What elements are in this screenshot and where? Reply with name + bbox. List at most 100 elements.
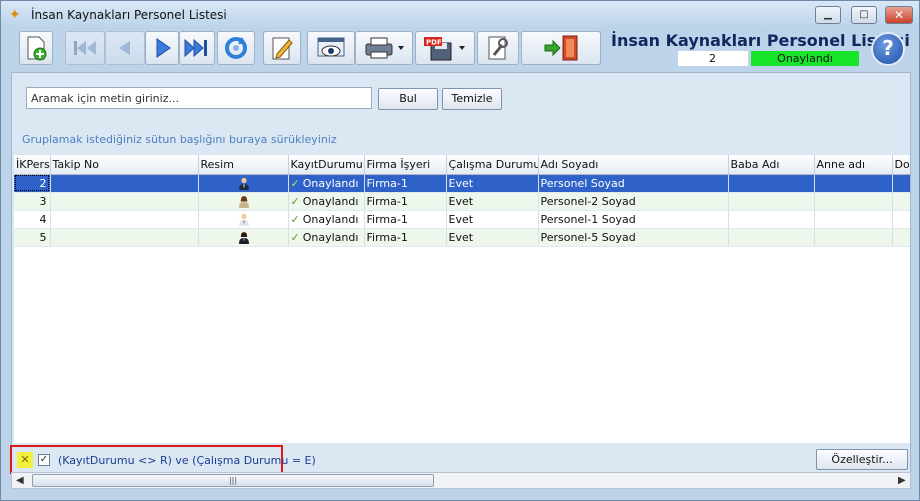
- column-header-resim[interactable]: Resim: [198, 155, 289, 175]
- first-record-button[interactable]: [65, 31, 105, 65]
- preview-button[interactable]: [307, 31, 355, 65]
- cell-kayit-durumu[interactable]: ✓ Onaylandı: [288, 192, 365, 211]
- maximize-button[interactable]: □: [851, 6, 877, 24]
- cell-kayit-durumu[interactable]: ✓ Onaylandı: [288, 174, 365, 193]
- next-record-button[interactable]: [145, 31, 179, 65]
- last-record-button[interactable]: [179, 31, 215, 65]
- table-row[interactable]: 3 ✓ Onaylandı Firma-1 Evet Personel-2 Soy…: [14, 192, 910, 211]
- close-button[interactable]: ✕: [885, 6, 913, 24]
- cell-anne-adi[interactable]: [814, 174, 893, 193]
- column-header-kayit-durumu[interactable]: KayıtDurumu▼: [288, 155, 365, 175]
- cell-adi-soyadi[interactable]: Personel-2 Soyad: [538, 192, 729, 211]
- check-icon: ✓: [290, 176, 300, 190]
- cell-dogum[interactable]: [892, 210, 910, 229]
- cell-anne-adi[interactable]: [814, 192, 893, 211]
- cell-id[interactable]: 5: [14, 228, 51, 247]
- cell-resim[interactable]: [198, 192, 289, 211]
- check-icon: ✓: [290, 194, 300, 208]
- title-bar[interactable]: ✦ İnsan Kaynakları Personel Listesi ▁ □ …: [1, 1, 919, 29]
- cell-firma[interactable]: Firma-1: [364, 228, 447, 247]
- refresh-button[interactable]: [217, 31, 255, 65]
- check-icon: ✓: [290, 230, 300, 244]
- filter-bar: ✕ ✓ (KayıtDurumu <> R) ve (Çalışma Durum…: [10, 445, 910, 474]
- export-pdf-button[interactable]: PDF: [415, 31, 475, 65]
- cell-anne-adi[interactable]: [814, 228, 893, 247]
- cell-calisma[interactable]: Evet: [446, 210, 539, 229]
- edit-icon: [272, 37, 293, 60]
- refresh-icon: [225, 37, 247, 59]
- butterfly-icon: ✦: [9, 7, 21, 23]
- cell-calisma[interactable]: Evet: [446, 228, 539, 247]
- settings-button[interactable]: [477, 31, 519, 65]
- cell-takip[interactable]: [50, 174, 199, 193]
- active-filter-panel: ✕ ✓ (KayıtDurumu <> R) ve (Çalışma Durum…: [10, 445, 316, 474]
- clear-search-button[interactable]: Temizle: [442, 88, 502, 110]
- cell-dogum[interactable]: [892, 192, 910, 211]
- new-button[interactable]: [19, 31, 53, 65]
- cell-adi-soyadi[interactable]: Personel Soyad: [538, 174, 729, 193]
- cell-dogum[interactable]: [892, 174, 910, 193]
- cell-baba-adi[interactable]: [728, 210, 815, 229]
- personnel-grid: İKPers Takip No Resim KayıtDurumu▼ Firma…: [14, 155, 910, 443]
- cell-takip[interactable]: [50, 210, 199, 229]
- column-header-firma[interactable]: Firma İşyeri: [364, 155, 447, 175]
- cell-kayit-durumu[interactable]: ✓ Onaylandı: [288, 228, 365, 247]
- customize-filter-button[interactable]: Özelleştir...: [816, 449, 908, 470]
- horizontal-scrollbar[interactable]: ◀ ||| ▶: [11, 472, 911, 489]
- previous-record-button[interactable]: [105, 31, 145, 65]
- cell-firma[interactable]: Firma-1: [364, 192, 447, 211]
- check-icon: ✓: [290, 212, 300, 226]
- column-header-takip-no[interactable]: Takip No: [50, 155, 199, 175]
- cell-resim[interactable]: [198, 174, 289, 193]
- cell-id[interactable]: 3: [14, 192, 51, 211]
- clear-filter-button[interactable]: ✕: [17, 452, 33, 468]
- cell-dogum[interactable]: [892, 228, 910, 247]
- cell-kayit-durumu[interactable]: ✓ Onaylandı: [288, 210, 365, 229]
- help-button[interactable]: ?: [871, 32, 905, 66]
- exit-button[interactable]: [521, 31, 601, 65]
- print-button[interactable]: [355, 31, 413, 65]
- scrollbar-thumb[interactable]: |||: [32, 474, 434, 487]
- cell-id[interactable]: 2: [14, 174, 51, 193]
- column-header-anne-adi[interactable]: Anne adı: [814, 155, 893, 175]
- edit-button[interactable]: [263, 31, 301, 65]
- table-row[interactable]: 5 ✓ Onaylandı Firma-1 Evet Personel-5 Soy…: [14, 228, 910, 247]
- cell-adi-soyadi[interactable]: Personel-5 Soyad: [538, 228, 729, 247]
- search-input[interactable]: [26, 87, 372, 109]
- cell-baba-adi[interactable]: [728, 174, 815, 193]
- cell-baba-adi[interactable]: [728, 228, 815, 247]
- svg-text:PDF: PDF: [426, 39, 442, 47]
- scroll-right-icon[interactable]: ▶: [898, 475, 906, 486]
- cell-resim[interactable]: [198, 210, 289, 229]
- table-row[interactable]: 2 ✓ Onaylandı Firma-1 Evet Personel Soyad: [14, 174, 910, 193]
- export-pdf-icon: PDF: [424, 37, 465, 61]
- status-badge: Onaylandı: [751, 51, 859, 66]
- cell-takip[interactable]: [50, 192, 199, 211]
- cell-calisma[interactable]: Evet: [446, 192, 539, 211]
- filter-expression[interactable]: (KayıtDurumu <> R) ve (Çalışma Durumu = …: [58, 454, 316, 467]
- help-icon: ?: [882, 36, 894, 60]
- cell-calisma[interactable]: Evet: [446, 174, 539, 193]
- table-row[interactable]: 4 ✓ Onaylandı Firma-1 Evet Personel-1 Soy…: [14, 210, 910, 229]
- cell-adi-soyadi[interactable]: Personel-1 Soyad: [538, 210, 729, 229]
- scroll-left-icon[interactable]: ◀: [16, 475, 24, 486]
- cell-resim[interactable]: [198, 228, 289, 247]
- next-record-icon: [156, 38, 171, 58]
- minimize-button[interactable]: ▁: [815, 6, 841, 24]
- cell-firma[interactable]: Firma-1: [364, 210, 447, 229]
- record-count: 2: [678, 51, 748, 66]
- find-button[interactable]: Bul: [378, 88, 438, 110]
- cell-id[interactable]: 4: [14, 210, 51, 229]
- cell-firma[interactable]: Firma-1: [364, 174, 447, 193]
- filter-enabled-checkbox[interactable]: ✓: [38, 454, 50, 466]
- column-header-baba-adi[interactable]: Baba Adı: [728, 155, 815, 175]
- column-header-dogum[interactable]: Doğ: [892, 155, 910, 175]
- cell-takip[interactable]: [50, 228, 199, 247]
- cell-anne-adi[interactable]: [814, 210, 893, 229]
- page-title: İnsan Kaynakları Personel Listesi: [611, 31, 910, 50]
- column-header-adi-soyadi[interactable]: Adı Soyadı: [538, 155, 729, 175]
- cell-baba-adi[interactable]: [728, 192, 815, 211]
- column-header-calisma-durumu[interactable]: Çalışma Durumu▼: [446, 155, 539, 175]
- table-header-row: İKPers Takip No Resim KayıtDurumu▼ Firma…: [14, 155, 910, 175]
- column-header-ikpers[interactable]: İKPers: [14, 155, 51, 175]
